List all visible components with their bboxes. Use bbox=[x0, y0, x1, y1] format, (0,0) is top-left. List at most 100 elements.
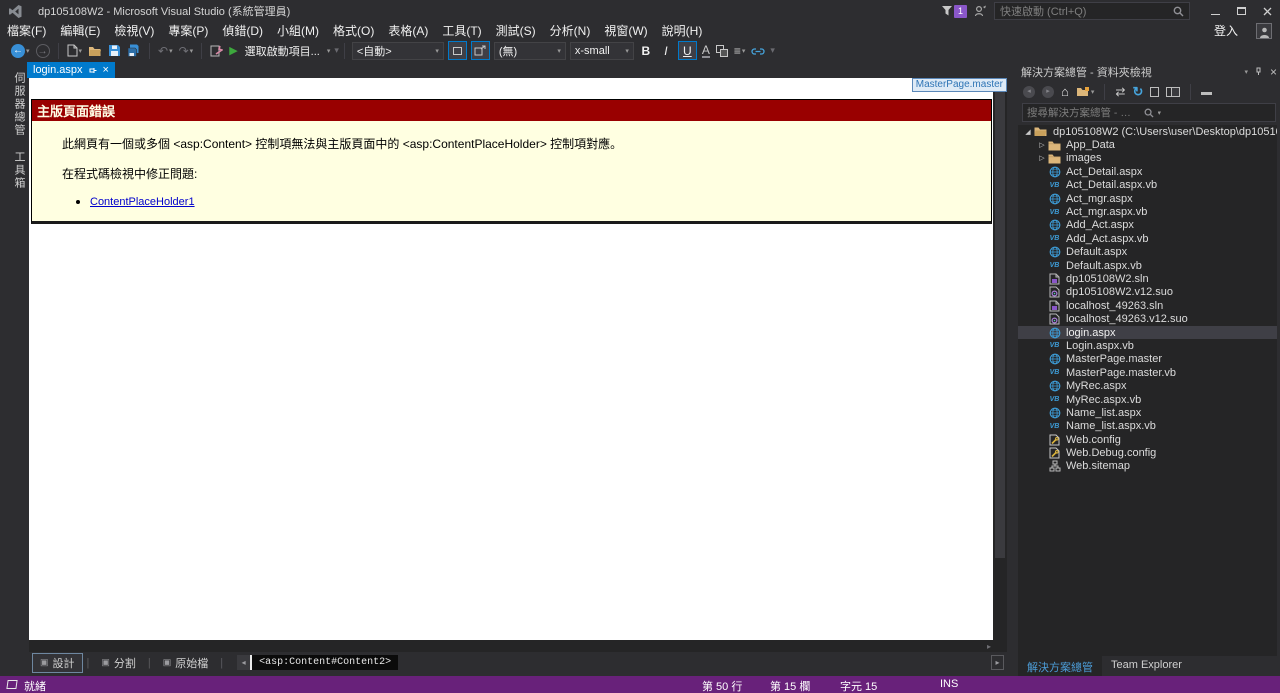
panel-tab[interactable]: 解決方案總管 bbox=[1018, 656, 1102, 676]
search-options-icon[interactable]: ▾ bbox=[1158, 109, 1272, 117]
pin-icon[interactable] bbox=[89, 66, 97, 75]
menu-item[interactable]: 測試(S) bbox=[489, 22, 543, 39]
toolbar-overflow-button[interactable]: ▾ bbox=[770, 45, 774, 56]
tree-item[interactable]: ▷ VB Add_Act.aspx.vb bbox=[1018, 232, 1277, 245]
collapse-all-button[interactable] bbox=[1201, 88, 1213, 95]
tool-window-tab[interactable]: 工具箱 bbox=[0, 151, 27, 190]
menu-item[interactable]: 專案(P) bbox=[161, 22, 215, 39]
tree-item[interactable]: ▷ VB App_Data bbox=[1018, 138, 1277, 151]
tree-item[interactable]: ▷ VB localhost_49263.v12.suo bbox=[1018, 312, 1277, 325]
user-avatar-icon[interactable] bbox=[1256, 22, 1272, 39]
expander-icon[interactable]: ▷ bbox=[1037, 141, 1047, 149]
undo-button[interactable]: ↶ ▾ bbox=[157, 42, 174, 60]
tag-scroll-right-button[interactable]: ▸ bbox=[991, 655, 1004, 670]
tag-breadcrumb[interactable]: <asp:Content#Content2> bbox=[252, 655, 399, 670]
back-button[interactable]: ◂ bbox=[1023, 85, 1035, 98]
bold-button[interactable]: B bbox=[638, 44, 654, 58]
menu-item[interactable]: 表格(A) bbox=[381, 22, 435, 39]
tree-item[interactable]: ▷ VB Web.config bbox=[1018, 433, 1277, 446]
tree-item[interactable]: ▷ VB localhost_49263.sln bbox=[1018, 299, 1277, 312]
tree-item[interactable]: ▷ VB MyRec.aspx bbox=[1018, 379, 1277, 392]
tree-item[interactable]: ▷ VB MyRec.aspx.vb bbox=[1018, 393, 1277, 406]
feedback-button[interactable] bbox=[973, 2, 988, 20]
navigate-to-button[interactable] bbox=[209, 42, 224, 60]
alignment-button[interactable]: ≡ ▾ bbox=[733, 42, 747, 60]
refresh-button[interactable]: ↻ bbox=[1132, 84, 1143, 100]
scroll-right-icon[interactable]: ▸ bbox=[987, 642, 991, 651]
open-file-button[interactable] bbox=[87, 42, 103, 60]
menu-item[interactable]: 檔案(F) bbox=[0, 22, 53, 39]
underline-button[interactable]: U bbox=[677, 41, 697, 60]
tree-item[interactable]: ▷ VB images bbox=[1018, 152, 1277, 165]
panel-tab[interactable]: Team Explorer bbox=[1102, 656, 1191, 676]
navigate-backward-button[interactable]: ← ▾ bbox=[10, 42, 31, 60]
toolbar-overflow-button[interactable]: ▾ bbox=[334, 45, 338, 56]
menu-item[interactable]: 視窗(W) bbox=[597, 22, 654, 39]
menu-item[interactable]: 偵錯(D) bbox=[215, 22, 270, 39]
menu-item[interactable]: 檢視(V) bbox=[107, 22, 161, 39]
close-button[interactable] bbox=[1254, 1, 1280, 21]
toggle-design-toolbox-button[interactable] bbox=[447, 41, 467, 60]
tree-item[interactable]: ▷ VB MasterPage.master.vb bbox=[1018, 366, 1277, 379]
notifications-button[interactable]: 1 bbox=[941, 4, 967, 18]
content-placeholder-link[interactable]: ContentPlaceHolder1 bbox=[90, 196, 195, 208]
background-color-button[interactable] bbox=[715, 42, 729, 60]
tree-item[interactable]: ▷ VB Default.aspx bbox=[1018, 246, 1277, 259]
css-style-combo[interactable]: (無) ▾ bbox=[493, 41, 566, 60]
tree-item[interactable]: ▷ VB dp105108W2.sln bbox=[1018, 272, 1277, 285]
scrollbar-thumb[interactable] bbox=[995, 80, 1005, 558]
tree-item[interactable]: ▷ VB Default.aspx.vb bbox=[1018, 259, 1277, 272]
window-position-icon[interactable]: ▾ bbox=[1244, 68, 1248, 76]
start-debug-button[interactable]: ▶ bbox=[228, 42, 238, 60]
tree-item[interactable]: ▷ VB Login.aspx.vb bbox=[1018, 339, 1277, 352]
toggle-window-layout-button[interactable] bbox=[470, 41, 490, 60]
expander-icon[interactable]: ▷ bbox=[1037, 154, 1047, 162]
document-tab-login-aspx[interactable]: login.aspx × bbox=[27, 62, 115, 78]
target-browser-combo[interactable]: <自動> ▾ bbox=[351, 41, 444, 60]
pin-icon[interactable] bbox=[1255, 67, 1263, 76]
save-button[interactable] bbox=[107, 42, 122, 60]
tree-item[interactable]: ▷ VB Act_mgr.aspx bbox=[1018, 192, 1277, 205]
designer-view-button[interactable]: ▣ 設計 bbox=[32, 652, 83, 673]
sign-in-button[interactable]: 登入 bbox=[1214, 22, 1238, 39]
designer-view-button[interactable]: ▣ 分割 bbox=[93, 653, 144, 673]
tree-item[interactable]: ▷ VB Web.Debug.config bbox=[1018, 446, 1277, 459]
close-panel-icon[interactable]: × bbox=[1270, 65, 1277, 79]
switch-views-button[interactable]: ▾ bbox=[1076, 86, 1094, 97]
expander-icon[interactable]: ◢ bbox=[1023, 128, 1033, 136]
hyperlink-button[interactable] bbox=[750, 42, 766, 60]
tool-window-tab[interactable]: 伺服器總管 bbox=[0, 72, 27, 137]
tree-root-project[interactable]: ◢ dp105108W2 (C:\Users\user\Desktop\dp10… bbox=[1018, 125, 1277, 138]
tree-item[interactable]: ▷ VB Act_mgr.aspx.vb bbox=[1018, 205, 1277, 218]
tree-item[interactable]: ▷ VB Add_Act.aspx bbox=[1018, 219, 1277, 232]
menu-item[interactable]: 說明(H) bbox=[655, 22, 710, 39]
tree-item[interactable]: ▷ VB Act_Detail.aspx bbox=[1018, 165, 1277, 178]
new-file-button[interactable]: ▾ bbox=[66, 42, 84, 60]
maximize-button[interactable] bbox=[1228, 1, 1254, 21]
font-size-combo[interactable]: x-small ▾ bbox=[569, 41, 634, 60]
tag-scroll-left-icon[interactable]: ◂ bbox=[237, 655, 251, 670]
quick-launch-input[interactable]: 快速啟動 (Ctrl+Q) bbox=[994, 2, 1190, 20]
save-all-button[interactable] bbox=[126, 42, 142, 60]
tree-item[interactable]: ▷ VB dp105108W2.v12.suo bbox=[1018, 286, 1277, 299]
vertical-scrollbar[interactable] bbox=[993, 78, 1007, 652]
menu-item[interactable]: 分析(N) bbox=[543, 22, 598, 39]
home-icon[interactable]: ⌂ bbox=[1061, 84, 1069, 99]
sync-with-active-document-button[interactable]: ⇄ bbox=[1115, 85, 1125, 99]
minimize-button[interactable] bbox=[1202, 1, 1228, 21]
font-color-button[interactable]: A bbox=[701, 42, 711, 60]
tree-item[interactable]: ▷ VB Web.sitemap bbox=[1018, 460, 1277, 473]
menu-item[interactable]: 小組(M) bbox=[270, 22, 326, 39]
tree-item[interactable]: ▷ VB Name_list.aspx bbox=[1018, 406, 1277, 419]
solution-search-input[interactable]: 搜尋解決方案總管 - 資料夾檢視 (Ctrl+;) ▾ bbox=[1022, 103, 1276, 122]
menu-item[interactable]: 工具(T) bbox=[435, 22, 488, 39]
forward-button[interactable]: ▸ bbox=[1042, 85, 1054, 98]
designer-view-button[interactable]: ▣ 原始檔 bbox=[155, 653, 217, 673]
tree-item[interactable]: ▷ VB login.aspx bbox=[1018, 325, 1277, 340]
tree-item[interactable]: ▷ VB MasterPage.master bbox=[1018, 353, 1277, 366]
tree-item[interactable]: ▷ VB Name_list.aspx.vb bbox=[1018, 420, 1277, 433]
navigate-forward-button[interactable]: → bbox=[35, 42, 51, 60]
start-debug-label[interactable]: 選取啟動項目... bbox=[245, 43, 320, 59]
start-debug-caret-icon[interactable]: ▾ bbox=[327, 47, 331, 55]
menu-item[interactable]: 格式(O) bbox=[326, 22, 381, 39]
